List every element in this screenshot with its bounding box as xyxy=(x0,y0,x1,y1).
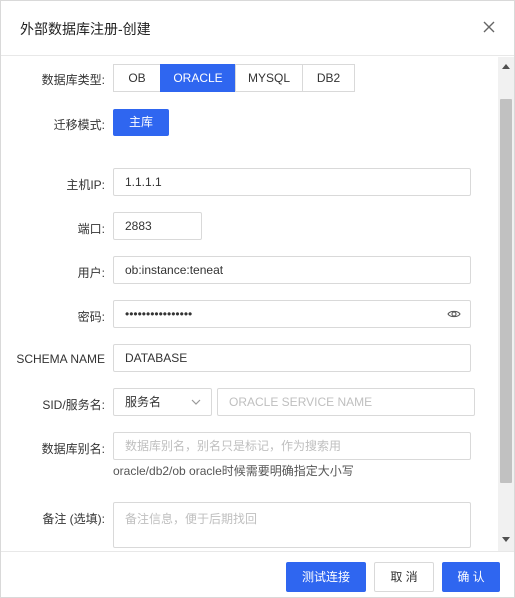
sid-type-value: 服务名 xyxy=(125,395,162,409)
dialog-footer: 测试连接 取 消 确 认 xyxy=(1,551,514,597)
close-icon[interactable] xyxy=(479,17,499,37)
user-input[interactable]: ob:instance:teneat xyxy=(113,256,471,284)
db-type-db2[interactable]: DB2 xyxy=(302,64,355,92)
confirm-button[interactable]: 确 认 xyxy=(442,562,500,592)
alias-input[interactable]: 数据库别名，别名只是标记，作为搜索用 xyxy=(113,432,471,460)
eye-icon[interactable] xyxy=(447,307,461,321)
chevron-down-icon xyxy=(191,399,201,405)
test-connection-button[interactable]: 测试连接 xyxy=(286,562,366,592)
db-type-ob[interactable]: OB xyxy=(113,64,161,92)
scroll-down-icon[interactable] xyxy=(502,537,510,543)
host-ip-input[interactable]: 1.1.1.1 xyxy=(113,168,471,196)
user-label: 用户: xyxy=(77,266,105,280)
sid-service-input[interactable]: ORACLE SERVICE NAME xyxy=(217,388,475,416)
scroll-up-icon[interactable] xyxy=(502,63,510,69)
dialog-header: 外部数据库注册-创建 xyxy=(1,1,514,56)
port-input[interactable]: 2883 xyxy=(113,212,202,240)
remark-label: 备注 (选填): xyxy=(42,512,105,526)
scrollbar[interactable] xyxy=(498,57,514,551)
alias-hint: oracle/db2/ob oracle时候需要明确指定大小写 xyxy=(113,464,354,478)
db-type-mysql[interactable]: MYSQL xyxy=(235,64,303,92)
migration-mode-primary-button[interactable]: 主库 xyxy=(113,109,169,136)
password-label: 密码: xyxy=(77,310,105,324)
password-input[interactable]: •••••••••••••••• xyxy=(113,300,471,328)
sid-type-select[interactable]: 服务名 xyxy=(113,388,212,416)
migration-mode-label: 迁移模式: xyxy=(53,118,105,132)
db-type-segmented: OB ORACLE MYSQL DB2 xyxy=(113,64,355,92)
schema-name-input[interactable]: DATABASE xyxy=(113,344,471,372)
port-label: 端口: xyxy=(77,222,105,236)
dialog-title: 外部数据库注册-创建 xyxy=(20,21,151,37)
remark-textarea[interactable]: 备注信息，便于后期找回 xyxy=(113,502,471,548)
alias-label: 数据库别名: xyxy=(41,442,105,456)
db-type-label: 数据库类型: xyxy=(41,73,105,87)
cancel-button[interactable]: 取 消 xyxy=(374,562,434,592)
register-dialog: 外部数据库注册-创建 数据库类型: OB ORACLE MYSQL DB2 迁移… xyxy=(0,0,515,598)
dialog-body: 数据库类型: OB ORACLE MYSQL DB2 迁移模式: 主库 主机IP… xyxy=(1,57,498,551)
scroll-thumb[interactable] xyxy=(500,99,512,483)
db-type-oracle[interactable]: ORACLE xyxy=(160,64,236,92)
schema-name-label: SCHEMA NAME xyxy=(16,352,105,366)
host-ip-label: 主机IP: xyxy=(66,178,105,192)
sid-label: SID/服务名: xyxy=(42,398,105,412)
